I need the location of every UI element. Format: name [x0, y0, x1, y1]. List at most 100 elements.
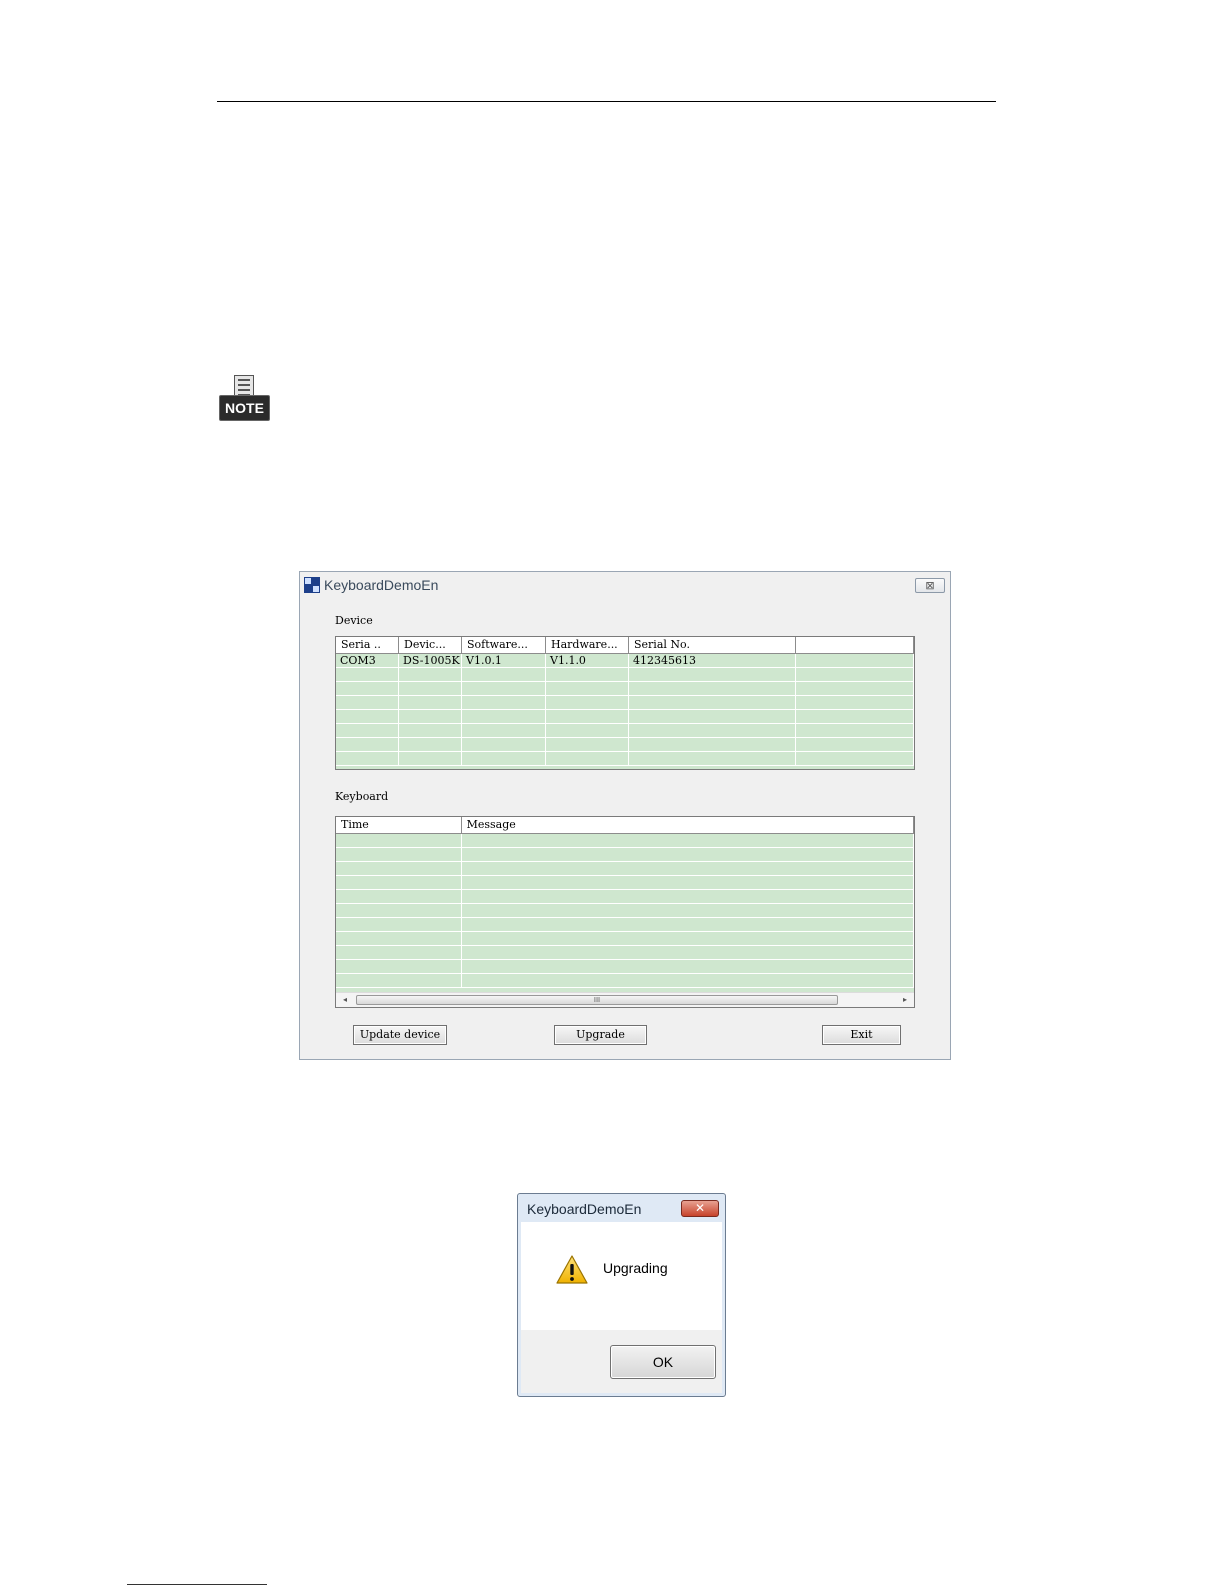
device-cell: [546, 738, 629, 751]
keyboard-column-header[interactable]: Time: [336, 817, 462, 833]
device-row[interactable]: COM3 DS-1005K V1.0.1 V1.1.0 412345613: [336, 654, 914, 668]
device-cell: [546, 668, 629, 681]
device-cell: [462, 682, 546, 695]
keyboard-cell: [462, 974, 914, 987]
update-device-button[interactable]: Update device: [353, 1025, 447, 1045]
device-cell: [336, 738, 399, 751]
keyboard-demo-window: KeyboardDemoEn ⊠ Device Seria .. Devic...…: [299, 571, 951, 1060]
keyboard-cell: [336, 904, 462, 917]
keyboard-row[interactable]: [336, 904, 914, 918]
scroll-right-icon[interactable]: ▸: [898, 994, 912, 1006]
window-titlebar: KeyboardDemoEn ⊠: [300, 572, 950, 599]
device-row[interactable]: [336, 724, 914, 738]
device-column-header[interactable]: Serial No.: [629, 637, 796, 653]
keyboard-row[interactable]: [336, 946, 914, 960]
device-cell: V1.0.1: [462, 654, 546, 667]
keyboard-column-header[interactable]: Message: [462, 817, 914, 833]
keyboard-cell: [462, 932, 914, 945]
device-cell: [399, 738, 462, 751]
scroll-left-icon[interactable]: ◂: [338, 994, 352, 1006]
device-cell: [796, 752, 914, 765]
device-cell: [462, 710, 546, 723]
device-cell: [796, 696, 914, 709]
device-cell: [546, 724, 629, 737]
device-column-header[interactable]: Seria ..: [336, 637, 399, 653]
keyboard-message-table[interactable]: Time Message ◂ III ▸: [335, 816, 915, 1008]
message-box-footer: OK: [521, 1330, 722, 1393]
upgrading-message-box: KeyboardDemoEn ✕ Upgrading OK: [517, 1193, 726, 1397]
upgrade-button[interactable]: Upgrade: [554, 1025, 647, 1045]
header-rule: [217, 101, 996, 102]
device-cell: [336, 710, 399, 723]
device-cell: COM3: [336, 654, 399, 667]
keyboard-cell: [336, 960, 462, 973]
device-cell: [462, 668, 546, 681]
device-cell: [796, 724, 914, 737]
message-box-close-button[interactable]: ✕: [681, 1200, 719, 1217]
horizontal-scrollbar[interactable]: ◂ III ▸: [336, 992, 914, 1007]
device-cell: [399, 682, 462, 695]
device-cell: [399, 710, 462, 723]
message-text: Upgrading: [603, 1260, 668, 1276]
keyboard-cell: [336, 946, 462, 959]
device-cell: [399, 724, 462, 737]
keyboard-cell: [336, 890, 462, 903]
keyboard-cell: [462, 904, 914, 917]
scroll-thumb[interactable]: III: [356, 995, 838, 1005]
device-group-label: Device: [335, 614, 373, 627]
device-cell: [796, 738, 914, 751]
close-button[interactable]: ⊠: [915, 578, 945, 593]
device-cell: [546, 752, 629, 765]
keyboard-cell: [462, 946, 914, 959]
keyboard-row[interactable]: [336, 876, 914, 890]
keyboard-row[interactable]: [336, 932, 914, 946]
app-icon: [304, 577, 320, 593]
device-cell: [336, 752, 399, 765]
ok-button[interactable]: OK: [610, 1345, 716, 1379]
device-row[interactable]: [336, 710, 914, 724]
device-cell: [546, 710, 629, 723]
device-column-header[interactable]: Devic...: [399, 637, 462, 653]
device-cell: [336, 724, 399, 737]
keyboard-cell: [336, 876, 462, 889]
device-row[interactable]: [336, 738, 914, 752]
device-table[interactable]: Seria .. Devic... Software... Hardware... Se…: [335, 636, 915, 770]
keyboard-row[interactable]: [336, 834, 914, 848]
note-badge: NOTE: [219, 395, 270, 421]
keyboard-row[interactable]: [336, 890, 914, 904]
device-column-header[interactable]: Software...: [462, 637, 546, 653]
device-row[interactable]: [336, 668, 914, 682]
keyboard-row[interactable]: [336, 974, 914, 988]
keyboard-group-label: Keyboard: [335, 790, 389, 803]
keyboard-cell: [336, 862, 462, 875]
device-cell: [399, 696, 462, 709]
device-table-body: COM3 DS-1005K V1.0.1 V1.1.0 412345613: [336, 654, 914, 766]
warning-icon: [556, 1255, 588, 1284]
keyboard-cell: [336, 932, 462, 945]
device-row[interactable]: [336, 696, 914, 710]
device-cell: [796, 682, 914, 695]
keyboard-row[interactable]: [336, 960, 914, 974]
device-cell: [629, 724, 796, 737]
note-icon: NOTE: [219, 375, 270, 421]
keyboard-row[interactable]: [336, 848, 914, 862]
device-cell: [796, 710, 914, 723]
device-column-header[interactable]: Hardware...: [546, 637, 629, 653]
exit-button[interactable]: Exit: [822, 1025, 901, 1045]
keyboard-cell: [462, 876, 914, 889]
keyboard-cell: [336, 848, 462, 861]
window-title: KeyboardDemoEn: [324, 577, 439, 593]
device-cell: [399, 752, 462, 765]
device-column-header[interactable]: [796, 637, 914, 653]
device-cell: DS-1005K: [399, 654, 462, 667]
device-cell: [629, 668, 796, 681]
keyboard-cell: [336, 834, 462, 847]
device-cell: [462, 724, 546, 737]
keyboard-cell: [462, 862, 914, 875]
device-row[interactable]: [336, 682, 914, 696]
keyboard-row[interactable]: [336, 918, 914, 932]
device-row[interactable]: [336, 752, 914, 766]
message-box-title: KeyboardDemoEn: [527, 1201, 642, 1217]
keyboard-cell: [462, 834, 914, 847]
keyboard-row[interactable]: [336, 862, 914, 876]
